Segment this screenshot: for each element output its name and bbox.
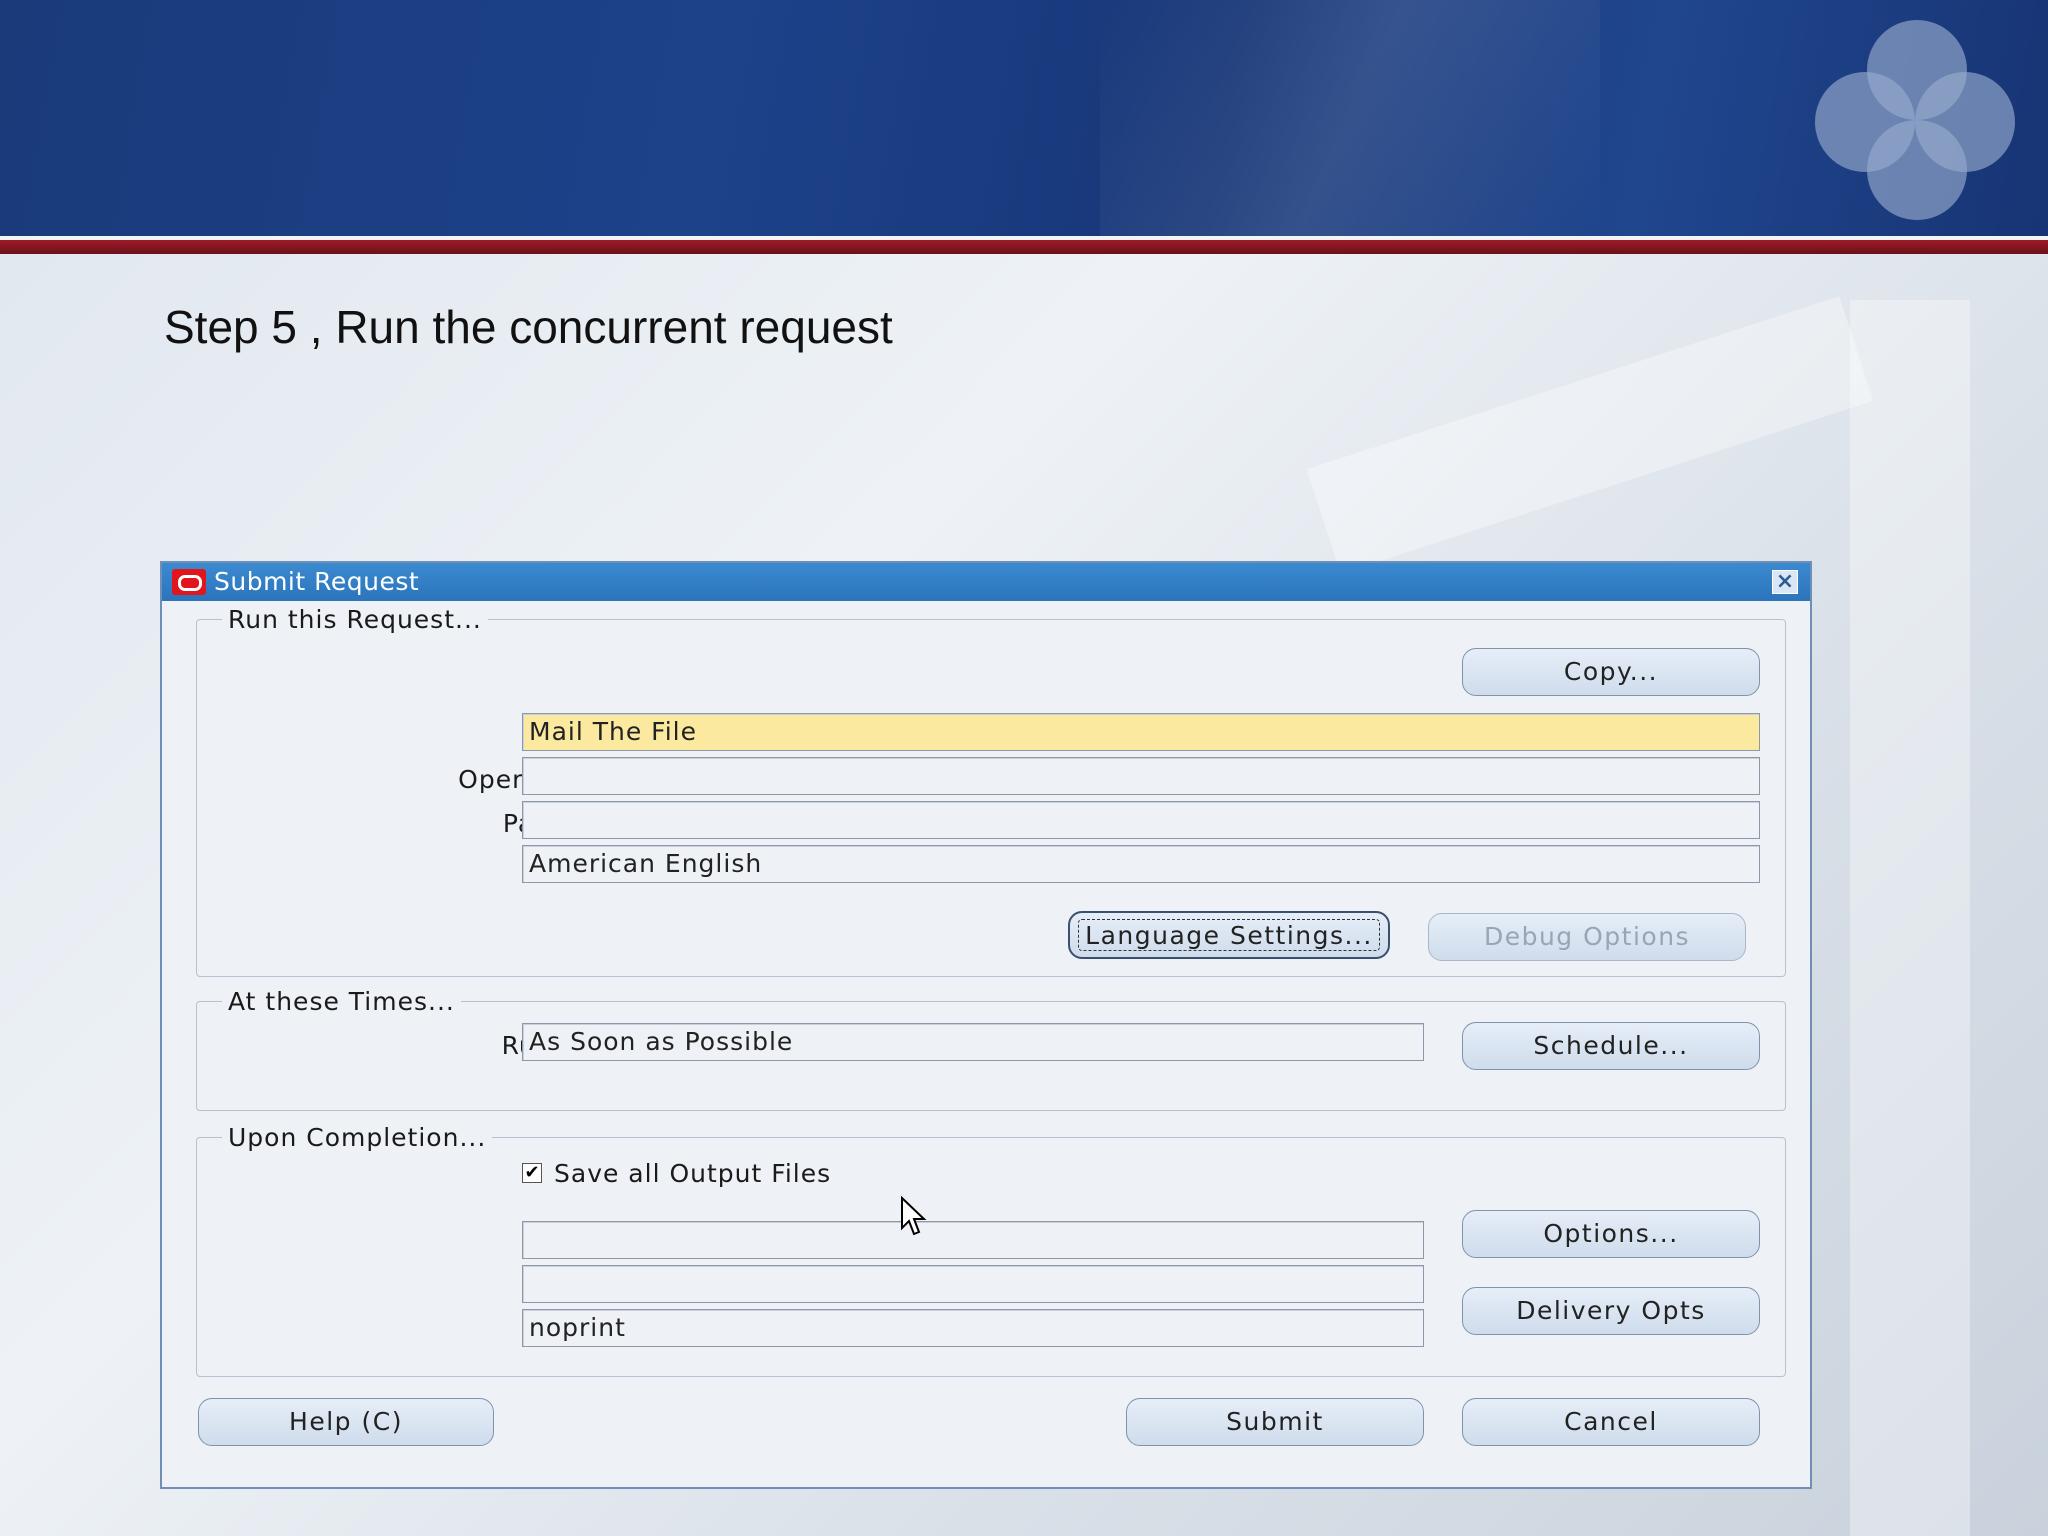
slide-title: Step 5 , Run the concurrent request	[164, 301, 893, 353]
background-decoration	[1850, 300, 1970, 1536]
parameters-field[interactable]	[522, 801, 1760, 839]
help-button[interactable]: Help (C)	[198, 1398, 494, 1446]
run-request-legend: Run this Request...	[222, 605, 488, 634]
save-output-checkbox[interactable]: ✔	[522, 1163, 542, 1183]
notify-field[interactable]	[522, 1265, 1424, 1303]
close-icon[interactable]: ×	[1772, 570, 1798, 594]
schedule-button[interactable]: Schedule...	[1462, 1022, 1760, 1070]
banner-red-stripe	[0, 240, 2048, 254]
decorative-logo-icon	[1815, 20, 2020, 225]
options-button[interactable]: Options...	[1462, 1210, 1760, 1258]
save-output-label: Save all Output Files	[554, 1159, 832, 1188]
dialog-title: Submit Request	[214, 567, 420, 596]
oracle-icon	[172, 569, 206, 595]
slide-banner	[0, 0, 2048, 238]
name-field[interactable]: Mail The File	[522, 713, 1760, 751]
run-job-field[interactable]: As Soon as Possible	[522, 1023, 1424, 1061]
cancel-button[interactable]: Cancel	[1462, 1398, 1760, 1446]
mouse-cursor-icon	[901, 1196, 927, 1236]
operating-unit-field[interactable]	[522, 757, 1760, 795]
times-legend: At these Times...	[222, 987, 461, 1016]
language-settings-button[interactable]: Language Settings...	[1068, 911, 1390, 959]
language-field[interactable]: American English	[522, 845, 1760, 883]
print-to-field[interactable]: noprint	[522, 1309, 1424, 1347]
copy-button[interactable]: Copy...	[1462, 648, 1760, 696]
delivery-opts-button[interactable]: Delivery Opts	[1462, 1287, 1760, 1335]
background-decoration	[1306, 296, 1874, 574]
submit-request-dialog: Submit Request × Run this Request... Cop…	[160, 561, 1812, 1489]
completion-legend: Upon Completion...	[222, 1123, 493, 1152]
debug-options-button[interactable]: Debug Options	[1428, 913, 1746, 961]
dialog-titlebar[interactable]: Submit Request ×	[162, 563, 1810, 601]
layout-field[interactable]	[522, 1221, 1424, 1259]
submit-button[interactable]: Submit	[1126, 1398, 1424, 1446]
